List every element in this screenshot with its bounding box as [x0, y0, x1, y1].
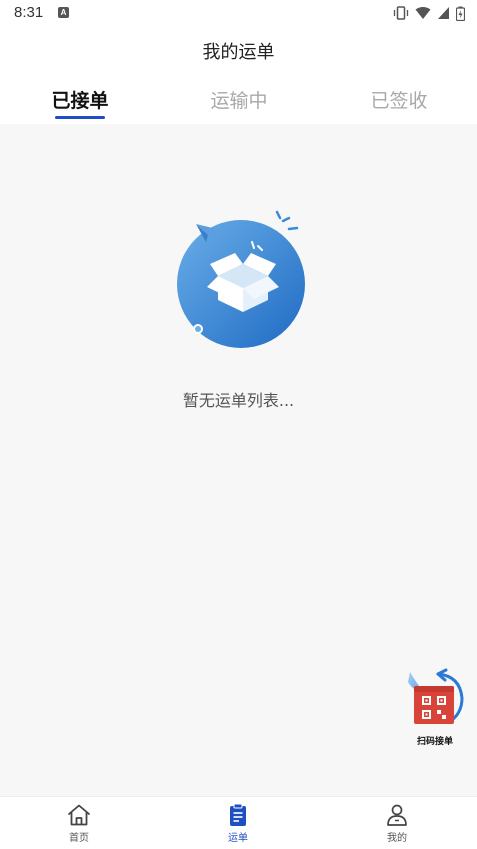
empty-state-message: 暂无运单列表... [182, 391, 295, 410]
vibrate-icon [393, 6, 409, 20]
tab-indicator [55, 116, 105, 119]
wifi-icon [415, 7, 431, 19]
signal-icon [438, 7, 449, 19]
tab-bar: 已接单 运输中 已签收 [0, 74, 477, 124]
waybill-list-area[interactable]: 暂无运单列表... 扫码接单 [0, 124, 477, 796]
home-icon [68, 804, 90, 826]
status-bar: 8:31 A [0, 0, 477, 26]
scan-accept-label: 扫码接单 [416, 737, 453, 747]
tab-signed[interactable]: 已签收 [339, 86, 459, 113]
nav-mine[interactable]: 我的 [357, 803, 437, 847]
status-indicator-icon: A [58, 7, 69, 18]
nav-home[interactable]: 首页 [39, 803, 119, 847]
battery-icon [456, 6, 465, 21]
tab-in-transit[interactable]: 运输中 [179, 86, 299, 113]
clipboard-icon [230, 803, 246, 826]
nav-waybill[interactable]: 运单 [198, 803, 278, 847]
nav-home-label: 首页 [69, 833, 89, 844]
page-title: 我的运单 [202, 42, 275, 63]
tab-accepted[interactable]: 已接单 [20, 86, 140, 113]
header: 我的运单 [0, 26, 477, 74]
qr-code-icon [408, 668, 464, 724]
status-time: 8:31 [14, 4, 44, 21]
status-icons [393, 4, 465, 22]
nav-waybill-label: 运单 [228, 833, 248, 844]
scan-accept-button[interactable]: 扫码接单 [404, 668, 466, 748]
empty-box-icon [177, 210, 305, 348]
bottom-nav: 首页 运单 我的 [0, 796, 477, 849]
user-icon [387, 804, 407, 826]
nav-mine-label: 我的 [387, 833, 407, 844]
